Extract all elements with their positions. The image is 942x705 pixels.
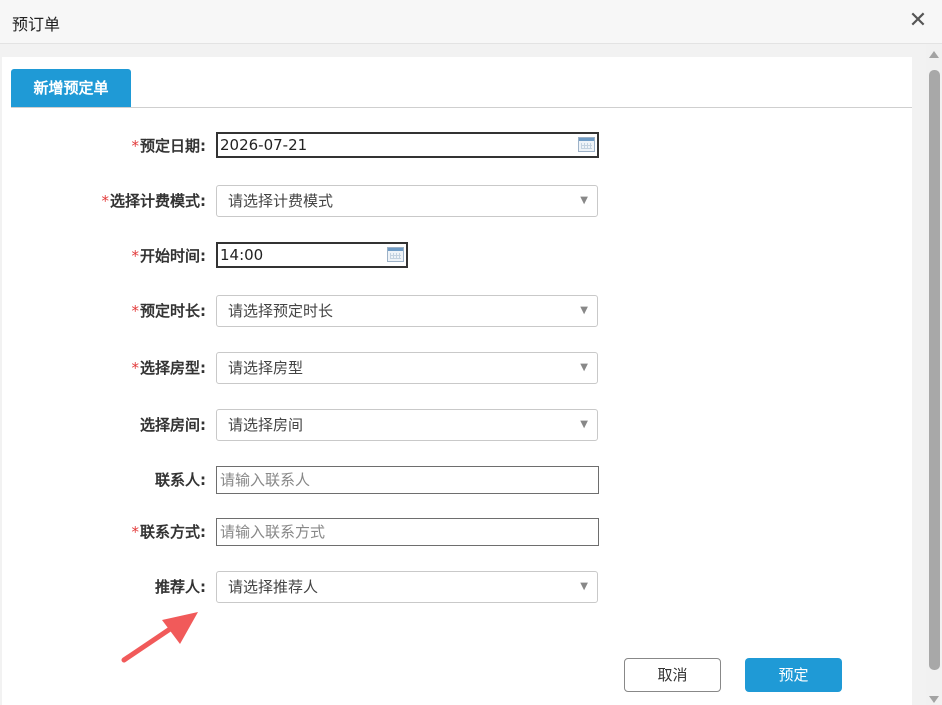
duration-select[interactable]: 请选择预定时长 ▼ <box>216 295 598 327</box>
chevron-down-icon: ▼ <box>580 581 588 592</box>
start-time-label: *开始时间: <box>131 247 207 265</box>
required-mark: * <box>131 137 140 155</box>
room-type-label: *选择房型: <box>131 359 207 377</box>
booking-date-label: *预定日期: <box>131 137 207 155</box>
scrollbar-thumb[interactable] <box>929 70 940 670</box>
start-time-value: 14:00 <box>220 246 264 264</box>
booking-date-row: *预定日期: 2026-07-21 <box>0 129 912 163</box>
chevron-down-icon: ▼ <box>580 305 588 316</box>
scroll-up-icon[interactable] <box>929 51 939 58</box>
dialog-gutter-right <box>912 57 926 705</box>
room-label: 选择房间: <box>140 416 206 434</box>
referrer-label: 推荐人: <box>155 578 206 596</box>
contact-person-label: 联系人: <box>155 471 206 489</box>
room-value: 请选择房间 <box>228 416 304 434</box>
billing-mode-select[interactable]: 请选择计费模式 ▼ <box>216 185 598 217</box>
contact-method-label: *联系方式: <box>131 523 207 541</box>
contact-person-row: 联系人: <box>0 463 912 497</box>
annotation-arrow-icon <box>121 612 198 663</box>
dialog-gutter-top <box>0 44 926 57</box>
close-icon[interactable]: ✕ <box>906 8 930 34</box>
tab-new-booking[interactable]: 新增预定单 <box>11 69 131 107</box>
billing-mode-label: *选择计费模式: <box>101 192 207 210</box>
chevron-down-icon: ▼ <box>580 362 588 373</box>
cancel-button[interactable]: 取消 <box>624 658 721 692</box>
billing-mode-row: *选择计费模式: 请选择计费模式 ▼ <box>0 184 912 218</box>
chevron-down-icon: ▼ <box>580 419 588 430</box>
contact-method-input[interactable] <box>216 518 599 546</box>
chevron-down-icon: ▼ <box>580 195 588 206</box>
duration-row: *预定时长: 请选择预定时长 ▼ <box>0 294 912 328</box>
booking-date-value: 2026-07-21 <box>220 136 308 154</box>
start-time-input[interactable]: 14:00 <box>216 242 408 268</box>
room-select[interactable]: 请选择房间 ▼ <box>216 409 598 441</box>
required-mark: * <box>131 359 140 377</box>
calendar-icon[interactable] <box>578 137 595 152</box>
submit-booking-button[interactable]: 预定 <box>745 658 842 692</box>
room-type-value: 请选择房型 <box>228 359 304 377</box>
required-mark: * <box>131 247 140 265</box>
billing-mode-value: 请选择计费模式 <box>228 192 334 210</box>
calendar-icon[interactable] <box>387 247 404 262</box>
dialog-titlebar: 预订单 ✕ <box>0 0 942 44</box>
required-mark: * <box>131 302 140 320</box>
duration-label: *预定时长: <box>131 302 207 320</box>
required-mark: * <box>131 523 140 541</box>
start-time-row: *开始时间: 14:00 <box>0 239 912 273</box>
dialog-title: 预订单 <box>12 15 61 34</box>
referrer-select[interactable]: 请选择推荐人 ▼ <box>216 571 598 603</box>
room-row: 选择房间: 请选择房间 ▼ <box>0 408 912 442</box>
contact-person-input[interactable] <box>216 466 599 494</box>
referrer-row: 推荐人: 请选择推荐人 ▼ <box>0 570 912 604</box>
room-type-row: *选择房型: 请选择房型 ▼ <box>0 351 912 385</box>
room-type-select[interactable]: 请选择房型 ▼ <box>216 352 598 384</box>
referrer-value: 请选择推荐人 <box>228 578 319 596</box>
booking-date-input[interactable]: 2026-07-21 <box>216 132 599 158</box>
required-mark: * <box>101 192 110 210</box>
tab-divider <box>11 107 912 108</box>
duration-value: 请选择预定时长 <box>228 302 334 320</box>
contact-method-row: *联系方式: <box>0 515 912 549</box>
scroll-down-icon[interactable] <box>929 696 939 703</box>
